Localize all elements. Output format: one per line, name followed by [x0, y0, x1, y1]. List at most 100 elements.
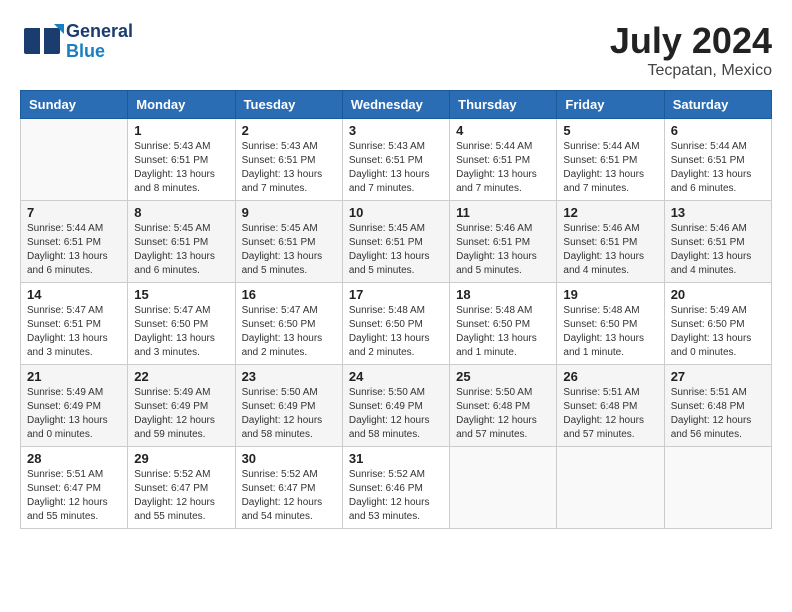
day-number: 12 [563, 205, 657, 220]
day-number: 4 [456, 123, 550, 138]
calendar-cell: 21 Sunrise: 5:49 AM Sunset: 6:49 PM Dayli… [21, 365, 128, 447]
day-info: Sunrise: 5:46 AM Sunset: 6:51 PM Dayligh… [563, 222, 657, 278]
day-info: Sunrise: 5:43 AM Sunset: 6:51 PM Dayligh… [134, 140, 228, 196]
location: Tecpatan, Mexico [610, 62, 772, 80]
weekday-header-saturday: Saturday [664, 91, 771, 119]
calendar-cell: 7 Sunrise: 5:44 AM Sunset: 6:51 PM Daylig… [21, 201, 128, 283]
day-info: Sunrise: 5:44 AM Sunset: 6:51 PM Dayligh… [456, 140, 550, 196]
day-info: Sunrise: 5:48 AM Sunset: 6:50 PM Dayligh… [563, 304, 657, 360]
calendar-cell: 10Sunrise: 5:45 AM Sunset: 6:51 PM Dayli… [342, 201, 449, 283]
calendar-cell: 9Sunrise: 5:45 AM Sunset: 6:51 PM Daylig… [235, 201, 342, 283]
calendar-cell: 16 Sunrise: 5:47 AM Sunset: 6:50 PM Dayli… [235, 283, 342, 365]
day-info: Sunrise: 5:43 AM Sunset: 6:51 PM Dayligh… [242, 140, 336, 196]
day-info: Sunrise: 5:49 AM Sunset: 6:49 PM Dayligh… [27, 386, 121, 442]
calendar-week-row: 28 Sunrise: 5:51 AM Sunset: 6:47 PM Dayli… [21, 447, 772, 529]
calendar-cell: 6Sunrise: 5:44 AM Sunset: 6:51 PM Daylig… [664, 119, 771, 201]
day-info: Sunrise: 5:48 AM Sunset: 6:50 PM Dayligh… [456, 304, 550, 360]
calendar-cell [21, 119, 128, 201]
day-number: 16 [242, 287, 336, 302]
day-number: 1 [134, 123, 228, 138]
day-number: 21 [27, 369, 121, 384]
day-number: 24 [349, 369, 443, 384]
day-info: Sunrise: 5:44 AM Sunset: 6:51 PM Dayligh… [671, 140, 765, 196]
day-number: 3 [349, 123, 443, 138]
day-number: 14 [27, 287, 121, 302]
day-info: Sunrise: 5:46 AM Sunset: 6:51 PM Dayligh… [671, 222, 765, 278]
calendar-cell: 3 Sunrise: 5:43 AM Sunset: 6:51 PM Daylig… [342, 119, 449, 201]
day-number: 8 [134, 205, 228, 220]
calendar-week-row: 1 Sunrise: 5:43 AM Sunset: 6:51 PM Daylig… [21, 119, 772, 201]
day-number: 18 [456, 287, 550, 302]
day-number: 7 [27, 205, 121, 220]
day-info: Sunrise: 5:50 AM Sunset: 6:49 PM Dayligh… [349, 386, 443, 442]
day-info: Sunrise: 5:45 AM Sunset: 6:51 PM Dayligh… [242, 222, 336, 278]
weekday-header-monday: Monday [128, 91, 235, 119]
weekday-header-wednesday: Wednesday [342, 91, 449, 119]
logo-icon [20, 20, 64, 64]
calendar-cell: 14 Sunrise: 5:47 AM Sunset: 6:51 PM Dayli… [21, 283, 128, 365]
day-number: 26 [563, 369, 657, 384]
calendar-cell: 31 Sunrise: 5:52 AM Sunset: 6:46 PM Dayli… [342, 447, 449, 529]
weekday-header-sunday: Sunday [21, 91, 128, 119]
day-info: Sunrise: 5:51 AM Sunset: 6:48 PM Dayligh… [671, 386, 765, 442]
calendar-cell: 4 Sunrise: 5:44 AM Sunset: 6:51 PM Daylig… [450, 119, 557, 201]
weekday-header-thursday: Thursday [450, 91, 557, 119]
calendar-cell: 1 Sunrise: 5:43 AM Sunset: 6:51 PM Daylig… [128, 119, 235, 201]
calendar-cell: 18 Sunrise: 5:48 AM Sunset: 6:50 PM Dayli… [450, 283, 557, 365]
day-number: 20 [671, 287, 765, 302]
calendar-cell: 25Sunrise: 5:50 AM Sunset: 6:48 PM Dayli… [450, 365, 557, 447]
calendar-cell: 17 Sunrise: 5:48 AM Sunset: 6:50 PM Dayli… [342, 283, 449, 365]
day-number: 29 [134, 451, 228, 466]
day-info: Sunrise: 5:49 AM Sunset: 6:49 PM Dayligh… [134, 386, 228, 442]
day-number: 31 [349, 451, 443, 466]
logo-text-blue: Blue [66, 42, 133, 62]
day-info: Sunrise: 5:50 AM Sunset: 6:48 PM Dayligh… [456, 386, 550, 442]
day-number: 2 [242, 123, 336, 138]
day-info: Sunrise: 5:52 AM Sunset: 6:46 PM Dayligh… [349, 468, 443, 524]
day-number: 13 [671, 205, 765, 220]
day-info: Sunrise: 5:44 AM Sunset: 6:51 PM Dayligh… [563, 140, 657, 196]
day-number: 11 [456, 205, 550, 220]
day-info: Sunrise: 5:47 AM Sunset: 6:50 PM Dayligh… [242, 304, 336, 360]
day-info: Sunrise: 5:49 AM Sunset: 6:50 PM Dayligh… [671, 304, 765, 360]
day-info: Sunrise: 5:47 AM Sunset: 6:50 PM Dayligh… [134, 304, 228, 360]
calendar-cell: 2 Sunrise: 5:43 AM Sunset: 6:51 PM Daylig… [235, 119, 342, 201]
day-info: Sunrise: 5:51 AM Sunset: 6:48 PM Dayligh… [563, 386, 657, 442]
weekday-header-friday: Friday [557, 91, 664, 119]
calendar-cell: 27Sunrise: 5:51 AM Sunset: 6:48 PM Dayli… [664, 365, 771, 447]
calendar-cell: 19 Sunrise: 5:48 AM Sunset: 6:50 PM Dayli… [557, 283, 664, 365]
title-block: July 2024 Tecpatan, Mexico [610, 20, 772, 80]
calendar-cell: 20 Sunrise: 5:49 AM Sunset: 6:50 PM Dayli… [664, 283, 771, 365]
day-number: 19 [563, 287, 657, 302]
day-info: Sunrise: 5:52 AM Sunset: 6:47 PM Dayligh… [242, 468, 336, 524]
day-number: 23 [242, 369, 336, 384]
calendar-cell: 5Sunrise: 5:44 AM Sunset: 6:51 PM Daylig… [557, 119, 664, 201]
day-info: Sunrise: 5:51 AM Sunset: 6:47 PM Dayligh… [27, 468, 121, 524]
calendar-table: SundayMondayTuesdayWednesdayThursdayFrid… [20, 90, 772, 529]
calendar-cell [557, 447, 664, 529]
day-number: 28 [27, 451, 121, 466]
logo-text-general: General [66, 22, 133, 42]
calendar-cell: 8 Sunrise: 5:45 AM Sunset: 6:51 PM Daylig… [128, 201, 235, 283]
day-number: 10 [349, 205, 443, 220]
day-info: Sunrise: 5:47 AM Sunset: 6:51 PM Dayligh… [27, 304, 121, 360]
weekday-header-row: SundayMondayTuesdayWednesdayThursdayFrid… [21, 91, 772, 119]
day-info: Sunrise: 5:43 AM Sunset: 6:51 PM Dayligh… [349, 140, 443, 196]
calendar-week-row: 14 Sunrise: 5:47 AM Sunset: 6:51 PM Dayli… [21, 283, 772, 365]
day-number: 15 [134, 287, 228, 302]
day-info: Sunrise: 5:44 AM Sunset: 6:51 PM Dayligh… [27, 222, 121, 278]
calendar-cell: 22 Sunrise: 5:49 AM Sunset: 6:49 PM Dayli… [128, 365, 235, 447]
day-info: Sunrise: 5:45 AM Sunset: 6:51 PM Dayligh… [134, 222, 228, 278]
calendar-cell: 15 Sunrise: 5:47 AM Sunset: 6:50 PM Dayli… [128, 283, 235, 365]
month-title: July 2024 [610, 20, 772, 62]
calendar-cell: 11 Sunrise: 5:46 AM Sunset: 6:51 PM Dayli… [450, 201, 557, 283]
logo: General Blue [20, 20, 133, 64]
day-info: Sunrise: 5:46 AM Sunset: 6:51 PM Dayligh… [456, 222, 550, 278]
page-header: General Blue July 2024 Tecpatan, Mexico [20, 20, 772, 80]
day-info: Sunrise: 5:48 AM Sunset: 6:50 PM Dayligh… [349, 304, 443, 360]
calendar-week-row: 7 Sunrise: 5:44 AM Sunset: 6:51 PM Daylig… [21, 201, 772, 283]
day-number: 17 [349, 287, 443, 302]
day-number: 22 [134, 369, 228, 384]
calendar-cell: 29Sunrise: 5:52 AM Sunset: 6:47 PM Dayli… [128, 447, 235, 529]
weekday-header-tuesday: Tuesday [235, 91, 342, 119]
